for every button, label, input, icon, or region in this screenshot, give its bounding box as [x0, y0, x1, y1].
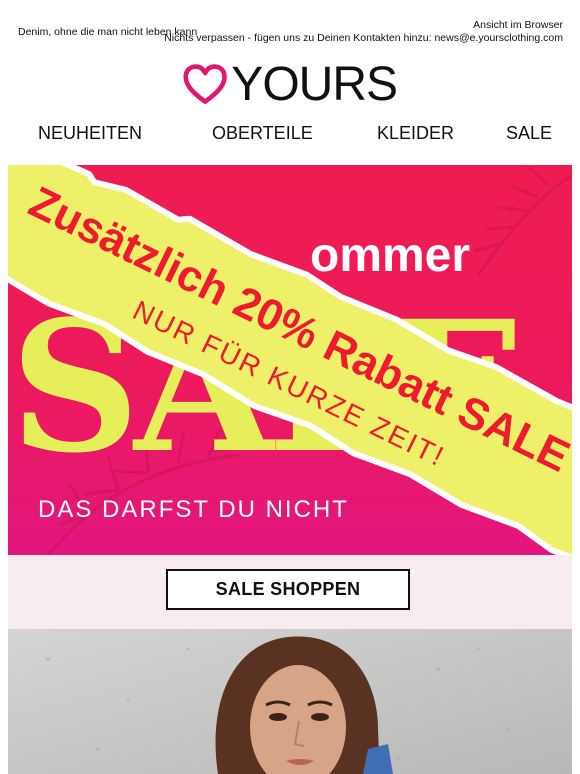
- contact-note: Nichts verpassen - fügen uns zu Deinen K…: [164, 32, 563, 44]
- nav-item-sale[interactable]: SALE: [506, 123, 552, 144]
- preheader: Denim, ohne die man nicht leben kann Ans…: [0, 0, 580, 56]
- preheader-right: Ansicht im Browser Nichts verpassen - fü…: [164, 19, 563, 45]
- hero-graphic: ommer SALE DAS DARFST DU NICHT Zusätzlic…: [8, 165, 572, 555]
- nav-item-oberteile[interactable]: OBERTEILE: [212, 123, 313, 144]
- sale-shoppen-button[interactable]: SALE SHOPPEN: [166, 569, 410, 610]
- hero-sale-banner[interactable]: ommer SALE DAS DARFST DU NICHT Zusätzlic…: [8, 165, 572, 555]
- model-image: [8, 629, 572, 774]
- view-in-browser-link[interactable]: Ansicht im Browser: [473, 19, 563, 31]
- yours-logo[interactable]: YOURS: [183, 58, 398, 111]
- logo-wordmark: YOURS: [231, 58, 398, 111]
- nav-item-neuheiten[interactable]: NEUHEITEN: [38, 123, 142, 144]
- hero-subline: DAS DARFST DU NICHT: [38, 496, 349, 523]
- main-nav: NEUHEITEN OBERTEILE KLEIDER SALE: [0, 123, 580, 147]
- model-photo[interactable]: [8, 629, 572, 774]
- cta-band: SALE SHOPPEN: [8, 555, 572, 629]
- hero-headline: ommer: [310, 229, 470, 282]
- nav-item-kleider[interactable]: KLEIDER: [377, 123, 454, 144]
- heart-icon: [183, 64, 227, 104]
